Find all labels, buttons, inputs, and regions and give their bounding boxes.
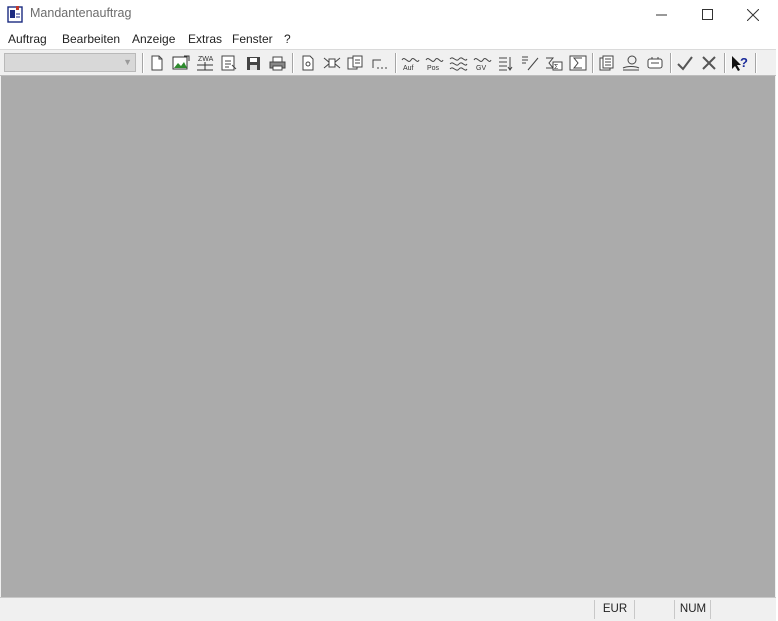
window-title: Mandantenauftrag (30, 6, 132, 20)
cancel-button[interactable] (699, 53, 719, 73)
device-icon (647, 57, 663, 69)
copy-icon (347, 55, 363, 70)
gv-icon: GV (473, 58, 492, 72)
toolbar-separator (724, 53, 726, 73)
check-icon (677, 56, 693, 71)
status-pane-empty (710, 600, 755, 619)
title-bar[interactable]: Mandantenauftrag (0, 0, 776, 29)
export-button[interactable] (219, 53, 239, 73)
zwa-button[interactable]: ZWA (195, 53, 215, 73)
open-image-icon (172, 55, 190, 70)
pen-button[interactable] (520, 53, 540, 73)
minimize-icon (655, 14, 667, 16)
pages-button[interactable] (597, 53, 617, 73)
toolbar-separator (395, 53, 397, 73)
save-button[interactable] (243, 53, 263, 73)
line-button[interactable] (370, 53, 390, 73)
currency-indicator: EUR (594, 600, 635, 619)
print-icon (269, 56, 285, 70)
status-bar: EUR NUM (0, 597, 776, 621)
menu-anzeige[interactable]: Anzeige (132, 32, 175, 46)
app-icon (7, 6, 23, 23)
pen-icon (522, 56, 539, 71)
minimize-button[interactable] (638, 0, 684, 29)
help-cursor-icon: ? (732, 55, 748, 71)
mandant-combo[interactable]: ▼ (4, 53, 136, 72)
zwa-icon: ZWA (197, 56, 214, 71)
maximize-icon (701, 9, 713, 20)
sum-box-icon: Σ (546, 57, 563, 71)
pos-icon: Pos (425, 58, 444, 72)
export-icon (221, 55, 237, 71)
toolbar-separator (755, 53, 757, 73)
toolbar-separator (670, 53, 672, 73)
split-icon (323, 57, 341, 69)
context-help-button[interactable]: ? (729, 53, 749, 73)
svg-text:GV: GV (476, 65, 486, 72)
list-sort-icon (499, 57, 513, 71)
cancel-icon (702, 56, 716, 70)
print-button[interactable] (267, 53, 287, 73)
svg-text:Pos: Pos (427, 65, 440, 72)
toolbar-separator (292, 53, 294, 73)
auf-icon: Auf (401, 58, 420, 72)
gv-button[interactable]: GV (472, 53, 492, 73)
auf-button[interactable]: Auf (400, 53, 420, 73)
menu-help[interactable]: ? (284, 32, 291, 46)
save-icon (246, 56, 260, 70)
close-icon (747, 8, 759, 21)
split-button[interactable] (322, 53, 342, 73)
menu-fenster[interactable]: Fenster (232, 32, 273, 46)
toolbar: ▼ ZWA Auf Pos GV Σ ? (0, 50, 776, 76)
stamp-icon (622, 55, 640, 71)
menu-bar: Auftrag Bearbeiten Anzeige Extras Fenste… (0, 29, 776, 50)
page-button[interactable] (298, 53, 318, 73)
wave-button[interactable] (448, 53, 468, 73)
svg-text:?: ? (740, 55, 748, 70)
pages-icon (599, 55, 614, 71)
copy-button[interactable] (346, 53, 366, 73)
close-button[interactable] (730, 0, 776, 29)
sum-icon (569, 55, 587, 71)
menu-auftrag[interactable]: Auftrag (8, 32, 47, 46)
open-image-button[interactable] (171, 53, 191, 73)
app-window: Mandantenauftrag Auftrag Bearbeiten Anze… (0, 0, 777, 621)
num-lock-indicator: NUM (674, 600, 711, 619)
confirm-button[interactable] (675, 53, 695, 73)
page-icon (302, 55, 314, 71)
device-button[interactable] (645, 53, 665, 73)
chevron-down-icon: ▼ (123, 57, 132, 67)
toolbar-separator (592, 53, 594, 73)
new-document-button[interactable] (147, 53, 167, 73)
sum-box-button[interactable]: Σ (544, 53, 564, 73)
list-sort-button[interactable] (496, 53, 516, 73)
status-pane-empty (634, 600, 675, 619)
svg-text:Auf: Auf (403, 65, 414, 72)
menu-extras[interactable]: Extras (188, 32, 222, 46)
sum-button[interactable] (568, 53, 588, 73)
pos-button[interactable]: Pos (424, 53, 444, 73)
wave-icon (449, 57, 468, 71)
toolbar-separator (142, 53, 144, 73)
svg-text:Σ: Σ (554, 64, 559, 71)
stamp-button[interactable] (621, 53, 641, 73)
maximize-button[interactable] (684, 0, 730, 29)
menu-bearbeiten[interactable]: Bearbeiten (62, 32, 120, 46)
new-document-icon (151, 55, 163, 71)
svg-text:ZWA: ZWA (198, 56, 214, 63)
mdi-client-area[interactable] (1, 76, 775, 597)
line-icon (372, 59, 387, 69)
